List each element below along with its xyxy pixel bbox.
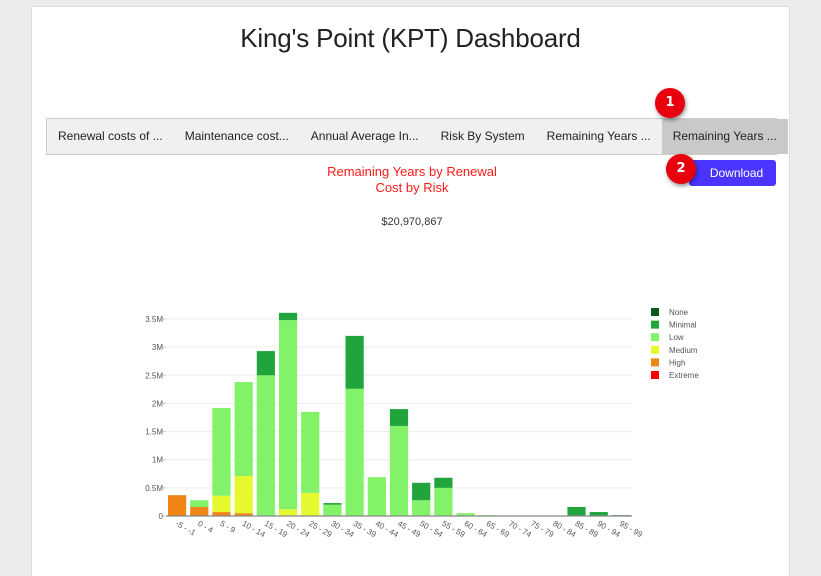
x-tick-label: 45 - 49 [396,519,423,540]
y-tick-label: 1.5M [145,428,163,437]
bar-segment-minimal[interactable] [567,506,586,516]
legend-item-extreme[interactable]: Extreme [651,371,699,380]
bar-segment-minimal[interactable] [256,351,275,376]
y-axis-ticks: 0 0.5M 1M 1.5M 2M 2.5M 3M 3.5M [145,315,166,521]
bar-group-25-29 [301,411,320,516]
legend-label: None [669,308,689,317]
bar-group-40-44 [367,477,386,516]
x-tick-label: 70 - 74 [507,519,534,540]
bar-group-50-54 [412,482,431,516]
y-tick-label: 0.5M [145,484,163,493]
bar-group-0-4 [190,500,209,516]
bar-group-85-89 [567,506,586,516]
bar-segment-minimal[interactable] [323,503,342,505]
legend-swatch [651,345,659,354]
y-tick-label: 2.5M [145,371,163,380]
x-tick-label: 95 - 99 [618,519,645,540]
stacked-bar-chart: 0 0.5M 1M 1.5M 2M 2.5M 3M 3.5M -5 - -1 0 - 45 - … [145,308,699,540]
x-tick-label: 5 - 9 [218,519,237,535]
bar-group-30-34 [323,503,342,516]
bar-segment-low[interactable] [212,407,231,496]
x-tick-label: 60 - 64 [463,519,490,540]
bar-segment-low[interactable] [301,411,320,493]
y-tick-label: 1M [152,456,163,465]
bar-segment-high[interactable] [167,495,187,516]
bar-segment-low[interactable] [434,487,453,516]
bar-segment-minimal[interactable] [389,409,409,426]
bar-segment-low[interactable] [256,375,275,516]
bar-segment-low[interactable] [412,500,431,516]
x-tick-label: 55 - 59 [440,519,467,540]
bar-group-45-49 [389,409,409,516]
x-tick-label: -5 - -1 [174,519,197,538]
bar-segment-high[interactable] [190,506,209,516]
x-tick-label: 20 - 24 [285,519,312,540]
legend-swatch [651,320,659,329]
y-tick-label: 0 [159,512,164,521]
x-tick-label: 35 - 39 [352,519,379,540]
bar-group-10-14 [234,382,253,516]
legend-item-low[interactable]: Low [651,333,684,342]
x-tick-label: 10 - 14 [241,519,268,540]
legend-item-high[interactable]: High [651,358,685,367]
bar-segment-minimal[interactable] [434,477,453,488]
x-tick-label: 85 - 89 [574,519,601,540]
x-tick-label: 0 - 4 [196,519,215,535]
bar-segment-low[interactable] [367,477,386,516]
bar-group-15-19 [256,351,275,516]
bar-group-20-24 [278,312,298,516]
bar-segment-low[interactable] [323,504,342,516]
legend-item-none[interactable]: None [651,308,689,317]
x-tick-label: 30 - 34 [329,519,356,540]
y-tick-label: 3.5M [145,315,163,324]
y-tick-label: 3M [152,343,163,352]
legend-swatch [651,308,659,316]
legend-swatch [651,371,659,379]
x-axis-ticks: -5 - -1 0 - 45 - 9 10 - 1415 - 1920 - 2425… [174,519,644,540]
bar-segment-medium[interactable] [234,476,253,514]
bar-group-5-9 [212,407,231,516]
bar-segment-medium[interactable] [278,509,298,516]
bar-group-35-39 [345,335,364,516]
x-tick-label: 90 - 94 [596,519,623,540]
x-tick-label: 80 - 84 [551,519,578,540]
legend: None Minimal Low Medium High Extreme [651,308,699,380]
bars [167,312,631,516]
bar-segment-minimal[interactable] [278,312,298,321]
legend-swatch [651,358,659,367]
x-tick-label: 15 - 19 [263,519,290,540]
y-tick-label: 2M [152,399,163,408]
bar-segment-low[interactable] [190,500,209,507]
bar-segment-low[interactable] [389,425,409,516]
x-tick-label: 40 - 44 [374,519,401,540]
legend-label: Minimal [669,321,697,330]
x-tick-label: 25 - 29 [307,519,334,540]
legend-item-minimal[interactable]: Minimal [651,320,697,330]
legend-item-medium[interactable]: Medium [651,345,698,355]
x-tick-label: 75 - 79 [529,519,556,540]
bar-segment-minimal[interactable] [412,482,431,501]
bar-segment-low[interactable] [345,388,364,516]
bar-segment-minimal[interactable] [345,335,364,389]
legend-swatch [651,333,659,342]
bar-segment-medium[interactable] [301,492,320,516]
bar-segment-medium[interactable] [212,495,231,513]
legend-label: High [669,358,685,367]
x-tick-label: 50 - 54 [418,519,445,540]
legend-label: Medium [669,346,698,355]
bar-segment-low[interactable] [234,382,253,477]
bar-group--5--1 [167,495,187,516]
x-tick-label: 65 - 69 [485,519,512,540]
bar-segment-low[interactable] [278,320,298,510]
legend-label: Low [669,333,684,342]
legend-label: Extreme [669,371,699,380]
bar-group-55-59 [434,477,453,516]
